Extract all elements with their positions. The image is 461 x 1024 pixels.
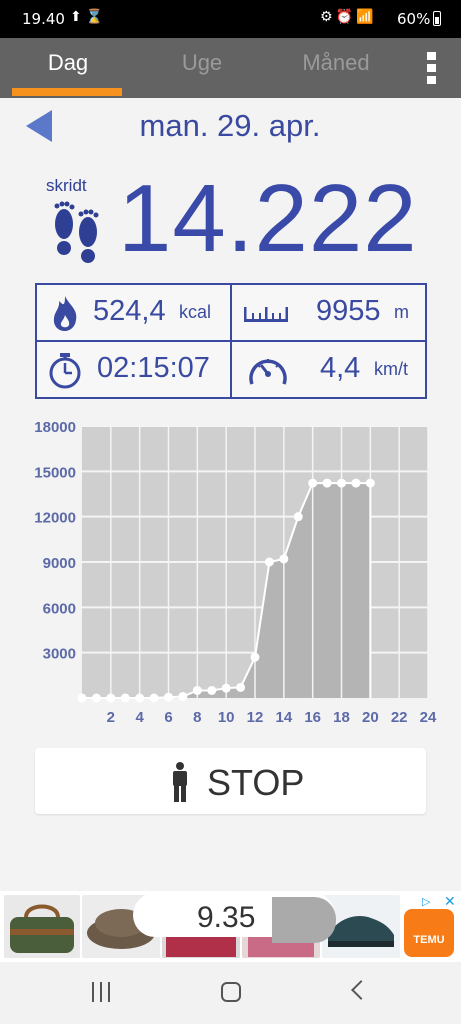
x-tick-label: 16	[304, 709, 321, 726]
ad-overlay	[272, 897, 336, 943]
speed-unit: km/t	[374, 359, 408, 379]
x-tick-label: 18	[333, 709, 350, 726]
stats-panel: 524,4 kcal 9955 m 02:15:07 4,4 km/t	[35, 283, 427, 399]
duration-value: 02:15:07	[97, 352, 210, 384]
steps-count: 14.222	[118, 165, 418, 272]
chart-data-point	[106, 693, 116, 703]
temu-logo[interactable]: TEMU	[404, 909, 454, 957]
tab-day[interactable]: Dag	[8, 50, 128, 76]
y-tick-label: 18000	[34, 419, 76, 436]
tab-indicator	[12, 88, 122, 96]
notification-icons: ⬆⌛	[70, 9, 108, 25]
chart-data-point	[207, 685, 217, 695]
x-tick-label: 8	[193, 709, 201, 726]
tab-week[interactable]: Uge	[142, 50, 262, 76]
x-tick-label: 14	[275, 709, 292, 726]
battery-level: 60%	[397, 10, 431, 28]
stop-button-label: STOP	[207, 762, 305, 803]
calories-value: 524,4	[93, 295, 166, 327]
y-tick-label: 12000	[34, 510, 76, 527]
previous-day-arrow-icon[interactable]	[26, 110, 52, 142]
chart-data-point	[264, 557, 274, 567]
steps-label: skridt	[46, 176, 87, 195]
adchoices-icon[interactable]: ▷	[422, 895, 430, 908]
ad-banner[interactable]: 9.35 ▷ ✕ TEMU	[0, 891, 461, 962]
x-tick-label: 22	[391, 709, 408, 726]
distance-value: 9955	[316, 295, 381, 327]
chart-data-point	[337, 478, 346, 488]
y-tick-label: 15000	[34, 464, 76, 481]
x-tick-label: 20	[362, 709, 379, 726]
home-icon[interactable]	[221, 982, 241, 1002]
y-tick-label: 9000	[43, 555, 76, 572]
status-bar: 19.40 ⬆⌛ ⚙⏰📶 60%	[0, 0, 461, 38]
chart-data-point	[91, 693, 101, 703]
system-nav-bar	[0, 962, 461, 1024]
chart-data-point	[308, 478, 318, 488]
date-title: man. 29. apr.	[139, 108, 321, 143]
system-icons: ⚙⏰📶	[320, 9, 377, 25]
flame-icon	[53, 296, 77, 331]
ad-price-text: 9.35	[197, 901, 256, 934]
chart-data-point	[279, 554, 289, 564]
chart-data-point	[365, 478, 375, 488]
stopwatch-icon	[49, 353, 81, 389]
stop-button[interactable]: STOP	[35, 748, 426, 814]
chart-data-point	[322, 478, 332, 488]
chart-data-point	[120, 693, 130, 703]
chart-data-point	[236, 682, 246, 692]
chart-data-point	[149, 693, 159, 703]
y-tick-label: 3000	[43, 646, 76, 663]
x-tick-label: 24	[420, 709, 437, 726]
chart-data-point	[351, 478, 361, 488]
speed-value: 4,4	[320, 352, 361, 384]
tab-month[interactable]: Måned	[276, 50, 396, 76]
chart-data-point	[221, 683, 231, 693]
duration-cell: 02:15:07	[37, 342, 231, 398]
y-tick-label: 6000	[43, 600, 76, 617]
date-navigator: man. 29. apr.	[0, 100, 461, 156]
chart-data-point	[293, 512, 303, 522]
ruler-icon	[244, 307, 288, 322]
chart-data-point	[192, 685, 202, 695]
ad-close-icon[interactable]: ✕	[444, 893, 456, 910]
chart-data-point	[77, 693, 87, 703]
recent-apps-icon[interactable]	[92, 982, 112, 1002]
calories-cell: 524,4 kcal	[37, 285, 231, 341]
x-tick-label: 4	[135, 709, 144, 726]
status-time: 19.40	[22, 10, 65, 28]
chart-data-point	[250, 652, 260, 662]
chart-data-point	[164, 692, 173, 702]
speed-cell: 4,4 km/t	[232, 342, 426, 398]
x-tick-label: 12	[247, 709, 264, 726]
x-tick-label: 2	[107, 709, 115, 726]
tab-bar: Dag Uge Måned	[0, 38, 461, 98]
overflow-menu-icon[interactable]	[424, 52, 440, 86]
back-icon[interactable]	[351, 980, 371, 1000]
distance-unit: m	[394, 302, 409, 322]
steps-chart: 3000600090001200015000180002 4 6 8 10 12 14 16 1…	[34, 419, 437, 726]
chart-data-point	[135, 693, 145, 703]
ad-bag-image[interactable]	[4, 895, 80, 958]
calories-unit: kcal	[179, 302, 212, 322]
x-tick-label: 6	[164, 709, 172, 726]
speedometer-icon	[249, 359, 287, 385]
footprints-icon	[54, 201, 99, 263]
x-tick-label: 10	[218, 709, 235, 726]
battery-icon	[433, 11, 441, 26]
distance-cell: 9955 m	[232, 285, 426, 341]
chart-data-point	[178, 691, 188, 701]
person-icon	[173, 762, 187, 802]
